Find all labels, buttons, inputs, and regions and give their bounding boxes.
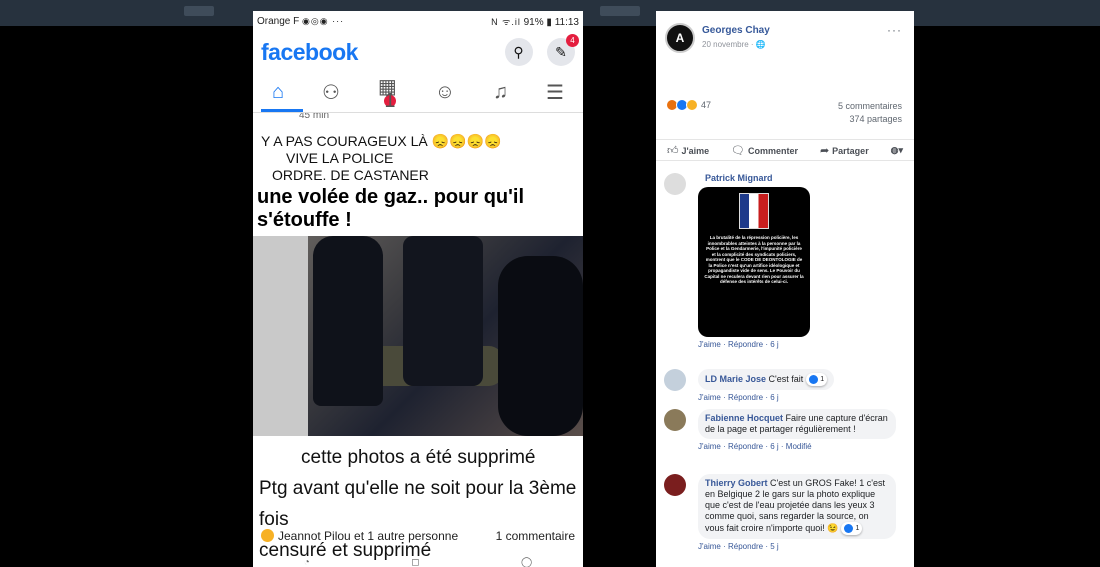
author-name[interactable]: Georges Chay bbox=[702, 25, 770, 36]
menu-icon[interactable]: ☰ bbox=[546, 80, 564, 105]
post-photo[interactable] bbox=[253, 236, 583, 436]
comment-like-count: 1 bbox=[820, 376, 825, 383]
comment-text: C'est fait bbox=[768, 373, 804, 384]
home-icon[interactable]: ⌂ bbox=[272, 81, 284, 104]
search-icon[interactable]: ⚲ bbox=[504, 38, 533, 66]
share-icon[interactable]: ◯ bbox=[521, 557, 532, 567]
audience-selector[interactable]: ◍▾ bbox=[891, 145, 903, 156]
like-label: J'aime bbox=[681, 145, 710, 156]
post-line-1: Y A PAS COURAGEUX LÀ 😞😞😞😞 bbox=[261, 133, 502, 149]
comment-bubble: Thierry Gobert C'est un GROS Fake! 1 c'e… bbox=[698, 474, 896, 539]
comment-label: Commenter bbox=[748, 145, 799, 156]
tab-blur bbox=[184, 6, 214, 16]
comments-count[interactable]: 5 commentaires bbox=[838, 100, 902, 113]
signal-icon: N ᯤ.il bbox=[491, 16, 521, 27]
author-avatar[interactable]: A bbox=[665, 23, 695, 53]
post-text: Y A PAS COURAGEUX LÀ 😞😞😞😞 VIVE LA POLICE… bbox=[253, 125, 583, 184]
comment-icon[interactable]: ◻ bbox=[411, 557, 419, 567]
comment-image[interactable]: La brutalité de la répression policière,… bbox=[698, 187, 810, 337]
commenter-avatar[interactable] bbox=[664, 474, 686, 496]
share-button[interactable]: ➦ Partager bbox=[820, 144, 869, 157]
comment-meta[interactable]: J'aime · Répondre · 6 j bbox=[698, 393, 908, 402]
thumb-icon: 👍︎ bbox=[666, 144, 679, 157]
messenger-icon[interactable]: ✎ 4 bbox=[547, 34, 579, 66]
commenter-avatar[interactable] bbox=[664, 409, 686, 431]
comment-button[interactable]: 🗨 Commenter bbox=[731, 144, 798, 157]
post-header: A Georges Chay 20 novembre · 🌐 ··· bbox=[656, 11, 914, 61]
commenter-name[interactable]: Fabienne Hocquet bbox=[705, 413, 783, 423]
police-badge-image bbox=[739, 193, 769, 229]
comment-meta[interactable]: J'aime · Répondre · 5 j bbox=[698, 542, 896, 551]
comment-meta[interactable]: J'aime · Répondre · 6 j · Modifié bbox=[698, 442, 896, 451]
post-stats: 47 5 commentaires 374 partages bbox=[666, 97, 902, 127]
commenter-avatar[interactable] bbox=[664, 173, 686, 195]
comment-like-count: 1 bbox=[855, 525, 860, 532]
time-label: 11:13 bbox=[554, 16, 579, 28]
comment-meta[interactable]: J'aime · Répondre · 6 j bbox=[698, 340, 908, 349]
comments-count[interactable]: 1 commentaire bbox=[496, 529, 575, 543]
angry-reaction-icon bbox=[261, 529, 274, 542]
globe-icon: ◍▾ bbox=[890, 144, 903, 155]
post-actions: 👍︎ J'aime 🗨 Commenter ➦ Partager ◍▾ bbox=[656, 139, 914, 161]
messenger-badge: 4 bbox=[566, 34, 579, 47]
reactors-label[interactable]: Jeannot Pilou et 1 autre personne bbox=[278, 529, 458, 543]
more-options-icon[interactable]: ··· bbox=[887, 23, 902, 37]
reaction-count: 47 bbox=[701, 100, 712, 110]
facebook-logo: facebook bbox=[261, 38, 358, 65]
profile-icon[interactable]: ☺ bbox=[435, 81, 455, 104]
reaction-row: Jeannot Pilou et 1 autre personne 1 comm… bbox=[253, 524, 583, 548]
post-headline: une volée de gaz.. pour qu'il s'étouffe … bbox=[257, 186, 525, 231]
caption-line-1: cette photos a été supprimé bbox=[301, 447, 536, 468]
comment-bubble: Fabienne Hocquet Faire une capture d'écr… bbox=[698, 409, 896, 439]
like-reaction-icon bbox=[844, 524, 854, 533]
fb-header: facebook ⚲ ✎ 4 bbox=[253, 31, 583, 73]
mobile-nav: ⌂ ⚇ ▦ 1 ☺ ♫ ☰ bbox=[253, 73, 583, 113]
commenter-avatar[interactable] bbox=[664, 369, 686, 391]
share-label: Partager bbox=[832, 145, 869, 156]
friends-icon[interactable]: ⚇ bbox=[322, 80, 340, 105]
phone-screenshot: Orange F ◉◎◉ ··· N ᯤ.il 91% ▮ 11:13 face… bbox=[253, 11, 583, 567]
post-time: 45 min bbox=[299, 113, 330, 121]
active-tab-indicator bbox=[261, 109, 303, 112]
mobile-post-actions: ◔ ◻ ◯ bbox=[253, 557, 583, 567]
commenter-name[interactable]: Thierry Gobert bbox=[705, 478, 768, 488]
photo-car bbox=[253, 236, 308, 436]
battery-label: 91% bbox=[523, 16, 544, 28]
photo-officer bbox=[313, 236, 383, 406]
shares-count[interactable]: 374 partages bbox=[838, 113, 902, 126]
post-line-2: VIVE LA POLICE bbox=[286, 150, 394, 166]
like-button[interactable]: 👍︎ J'aime bbox=[667, 144, 709, 157]
comment-like-badge[interactable]: 1 bbox=[806, 373, 828, 386]
share-icon: ➦ bbox=[819, 144, 830, 157]
comment-image-text: La brutalité de la répression policière,… bbox=[704, 235, 804, 284]
marketplace-badge: 1 bbox=[383, 89, 396, 112]
reactions-summary[interactable]: 47 bbox=[666, 99, 711, 111]
comment-like-badge[interactable]: 1 bbox=[841, 522, 863, 535]
desktop-post: A Georges Chay 20 novembre · 🌐 ··· 47 5 … bbox=[656, 11, 914, 567]
commenter-name[interactable]: Patrick Mignard bbox=[698, 173, 908, 183]
battery-icon: ▮ bbox=[546, 16, 552, 28]
like-reaction-icon bbox=[809, 375, 819, 384]
tab-blur bbox=[600, 6, 640, 16]
post-line-3: ORDRE. DE CASTANER bbox=[272, 167, 429, 183]
marketplace-icon[interactable]: ▦ 1 bbox=[378, 74, 397, 112]
photo-officer bbox=[498, 256, 583, 436]
sad-reaction-icon bbox=[686, 99, 698, 111]
status-bar: Orange F ◉◎◉ ··· N ᯤ.il 91% ▮ 11:13 bbox=[253, 11, 583, 31]
like-icon[interactable]: ◔ bbox=[304, 557, 310, 567]
carrier-label: Orange F bbox=[257, 15, 300, 27]
notification-icons: ◉◎◉ ··· bbox=[302, 15, 345, 26]
post-date[interactable]: 20 novembre · 🌐 bbox=[702, 40, 766, 49]
comment-icon: 🗨 bbox=[731, 144, 746, 157]
commenter-name[interactable]: LD Marie Jose bbox=[705, 374, 766, 384]
photo-officer bbox=[403, 236, 483, 386]
bell-icon[interactable]: ♫ bbox=[493, 81, 508, 104]
